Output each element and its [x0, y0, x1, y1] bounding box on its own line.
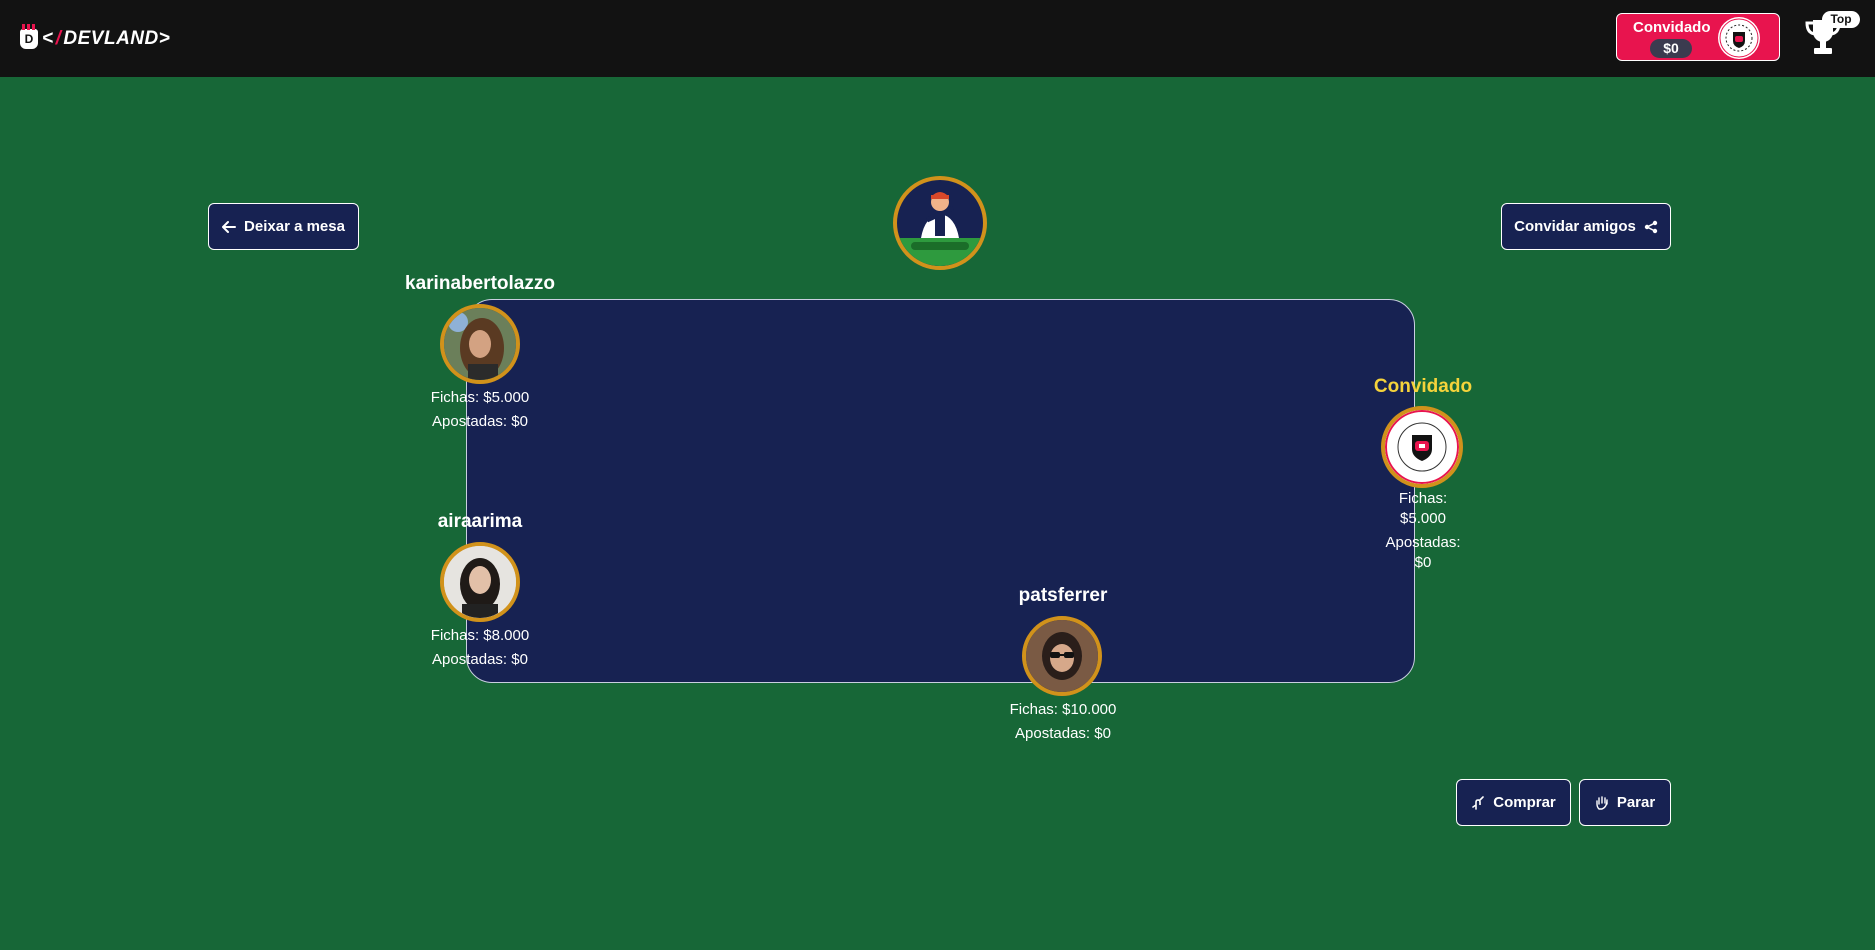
player-chips: Fichas: $10.000	[1009, 701, 1117, 718]
player-chips: Fichas: $8.000	[430, 627, 530, 644]
top-bar	[0, 0, 1875, 77]
current-player-bet-label: Apostadas:	[1385, 534, 1461, 551]
player-avatar	[1022, 616, 1102, 696]
dealer-illustration	[897, 192, 983, 266]
leave-table-button[interactable]: Deixar a mesa	[208, 203, 359, 250]
devland-logo[interactable]: D < / DEVLAND >	[20, 24, 170, 52]
invite-friends-label: Convidar amigos	[1514, 218, 1636, 235]
player-bet: Apostadas: $0	[432, 651, 528, 668]
player-avatar	[440, 542, 520, 622]
current-player-name: Convidado	[1373, 376, 1473, 397]
devland-shield-icon: D	[20, 24, 38, 49]
current-player-chips-value: $5.000	[1400, 510, 1446, 527]
share-icon	[1644, 220, 1658, 233]
hand-stop-icon	[1596, 795, 1608, 810]
hand-pointer-icon	[1472, 795, 1485, 810]
game-table	[466, 299, 1415, 683]
buy-button[interactable]: Comprar	[1456, 779, 1571, 826]
player-name: airaarima	[437, 511, 523, 532]
user-name: Convidado	[1633, 19, 1711, 36]
buy-label: Comprar	[1493, 794, 1556, 811]
logo-text: DEVLAND	[63, 28, 159, 49]
player-avatar	[440, 304, 520, 384]
invite-friends-button[interactable]: Convidar amigos	[1501, 203, 1671, 250]
player-name: karinabertolazzo	[405, 273, 555, 294]
current-player-chips-label: Fichas:	[1398, 490, 1448, 507]
user-balance: $0	[1650, 39, 1692, 58]
stand-button[interactable]: Parar	[1579, 779, 1671, 826]
dealer-avatar	[893, 176, 987, 270]
current-player-bet-value: $0	[1414, 554, 1432, 571]
user-avatar[interactable]	[1718, 17, 1760, 59]
player-bet: Apostadas: $0	[1015, 725, 1111, 742]
stand-label: Parar	[1616, 794, 1656, 811]
top-badge[interactable]: Top	[1822, 11, 1860, 28]
player-name: patsferrer	[1018, 585, 1108, 606]
leave-table-label: Deixar a mesa	[244, 218, 345, 235]
player-chips: Fichas: $5.000	[430, 389, 530, 406]
arrow-left-icon	[222, 220, 237, 233]
current-player-avatar	[1381, 406, 1463, 488]
player-bet: Apostadas: $0	[432, 413, 528, 430]
devland-badge-icon	[1385, 410, 1459, 484]
